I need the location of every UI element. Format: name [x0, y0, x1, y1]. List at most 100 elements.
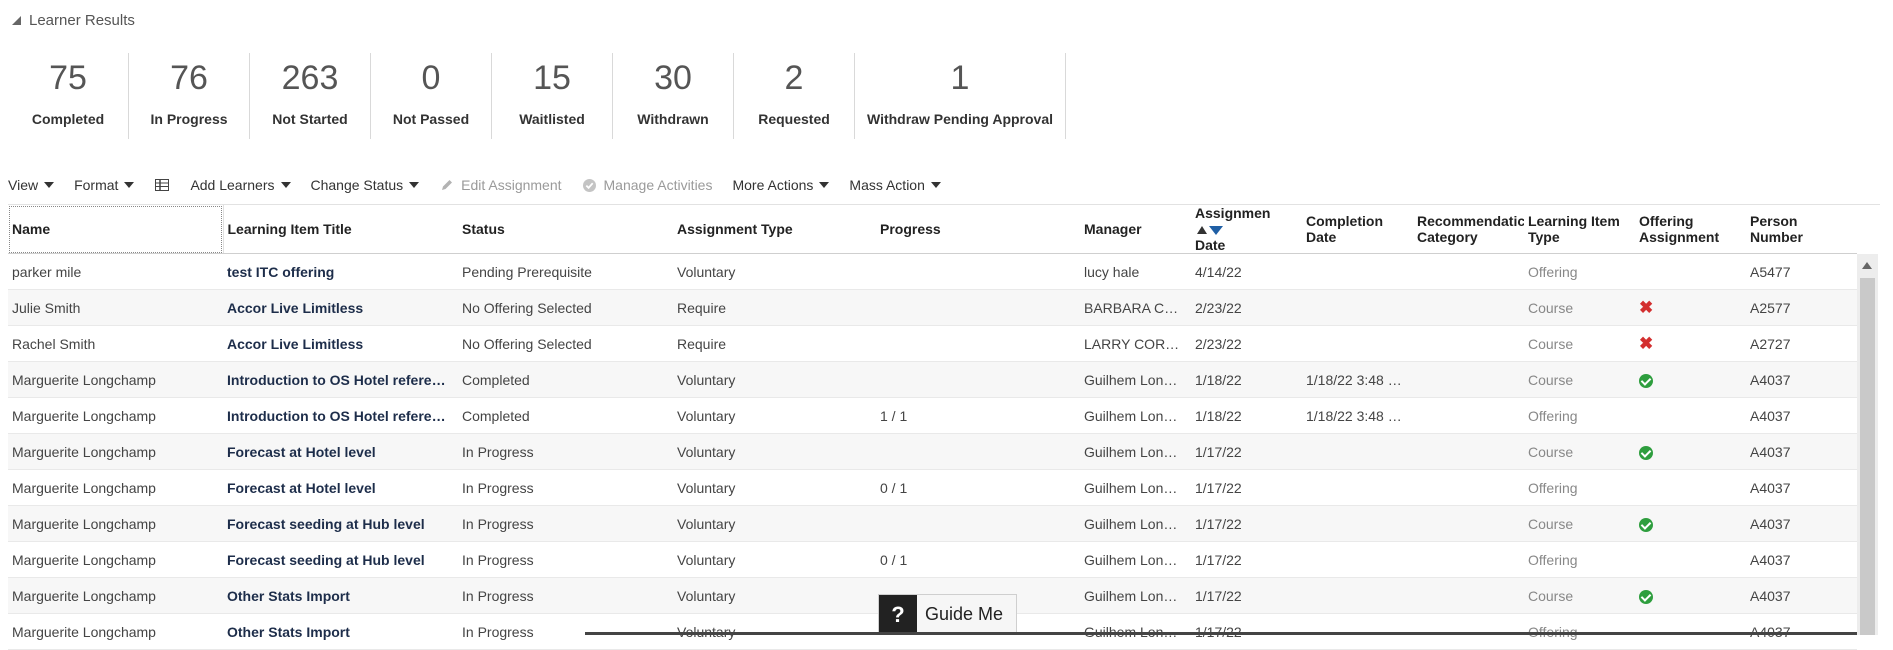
metric-withdraw-pending-approval[interactable]: 1 Withdraw Pending Approval [855, 53, 1066, 139]
progress-cell [876, 289, 1080, 326]
error-x-icon: ✖ [1639, 333, 1654, 353]
assignment-date-cell: 1/17/22 [1191, 433, 1302, 470]
column-header-assignment-date[interactable]: Assignmen Date [1191, 205, 1302, 254]
manager-cell: Guilhem Lon… [1080, 361, 1191, 398]
column-header-status[interactable]: Status [458, 205, 673, 254]
learning-item-title-link[interactable]: Forecast at Hotel level [223, 433, 458, 470]
progress-cell: 0 / 1 [876, 541, 1080, 578]
learning-item-title-link[interactable]: Introduction to OS Hotel referen… [223, 361, 458, 398]
metric-waitlisted[interactable]: 15 Waitlisted [492, 53, 613, 139]
section-title: Learner Results [29, 11, 135, 29]
metric-label: Withdrawn [637, 111, 709, 127]
person-number-cell: A4037 [1746, 505, 1857, 542]
assignment-type-cell: Require [673, 289, 876, 326]
metric-label: Withdraw Pending Approval [866, 111, 1054, 127]
person-number-cell: A4037 [1746, 469, 1857, 506]
manager-cell: BARBARA C… [1080, 289, 1191, 326]
column-header-learning-item-type[interactable]: Learning Item Type [1524, 205, 1635, 254]
table-row[interactable]: Marguerite Longchamp Introduction to OS H… [8, 397, 1857, 434]
header-line: Date [1195, 237, 1226, 253]
metric-not-passed[interactable]: 0 Not Passed [371, 53, 492, 139]
progress-cell: 0 / 1 [876, 469, 1080, 506]
view-menu[interactable]: View [8, 177, 55, 193]
table-row[interactable]: Marguerite Longchamp Forecast seeding at … [8, 541, 1857, 578]
learning-item-title-link[interactable]: Accor Live Limitless [223, 289, 458, 326]
column-header-person-number[interactable]: Person Number [1746, 205, 1857, 254]
learning-item-title-link[interactable]: Forecast at Hotel level [223, 469, 458, 506]
name-cell: Marguerite Longchamp [8, 469, 223, 506]
completion-date-cell [1302, 505, 1413, 542]
manager-cell: LARRY COR… [1080, 325, 1191, 362]
section-header[interactable]: Learner Results [12, 10, 135, 30]
table-row[interactable]: Marguerite Longchamp Forecast at Hotel le… [8, 433, 1857, 470]
table-row[interactable]: Marguerite Longchamp Introduction to OS H… [8, 361, 1857, 398]
progress-cell [876, 325, 1080, 362]
learning-item-title-link[interactable]: Accor Live Limitless [223, 325, 458, 362]
success-check-icon [1639, 517, 1653, 532]
learning-item-title-link[interactable]: test ITC offering [223, 253, 458, 290]
metric-not-started[interactable]: 263 Not Started [250, 53, 371, 139]
format-menu[interactable]: Format [74, 177, 135, 193]
guide-me-button[interactable]: ? Guide Me [878, 594, 1017, 635]
chevron-down-icon [409, 182, 420, 188]
name-cell: Marguerite Longchamp [8, 613, 223, 650]
metric-withdrawn[interactable]: 30 Withdrawn [613, 53, 734, 139]
learning-item-title-link[interactable]: Other Stats Import [223, 577, 458, 614]
metric-in-progress[interactable]: 76 In Progress [129, 53, 250, 139]
scrollbar-thumb[interactable] [1860, 278, 1875, 635]
metric-completed[interactable]: 75 Completed [8, 53, 129, 139]
metric-value: 75 [49, 59, 87, 97]
progress-cell [876, 253, 1080, 290]
status-cell: In Progress [458, 577, 673, 614]
edit-assignment-button[interactable]: Edit Assignment [439, 177, 562, 193]
column-header-learning-item-title[interactable]: Learning Item Title [223, 205, 458, 254]
column-header-completion-date[interactable]: Completion Date [1302, 205, 1413, 254]
change-status-menu[interactable]: Change Status [311, 177, 420, 193]
metric-requested[interactable]: 2 Requested [734, 53, 855, 139]
check-circle-icon [582, 177, 598, 193]
add-learners-menu[interactable]: Add Learners [190, 177, 291, 193]
column-header-assignment-type[interactable]: Assignment Type [673, 205, 876, 254]
vertical-scrollbar[interactable] [1857, 254, 1878, 635]
progress-cell [876, 505, 1080, 542]
success-check-icon [1639, 589, 1653, 604]
edit-assignment-label: Edit Assignment [461, 177, 562, 193]
learning-item-title-link[interactable]: Introduction to OS Hotel referen… [223, 397, 458, 434]
column-header-progress[interactable]: Progress [876, 205, 1080, 254]
freeze-columns-button[interactable] [154, 177, 170, 193]
column-header-recommendation-category[interactable]: Recommendatic Category [1413, 205, 1524, 254]
sort-ascending-icon [1197, 225, 1207, 234]
table-row[interactable]: Rachel Smith Accor Live Limitless No Offer… [8, 325, 1857, 362]
column-header-manager[interactable]: Manager [1080, 205, 1191, 254]
learning-item-title-link[interactable]: Forecast seeding at Hub level [223, 505, 458, 542]
assignment-date-cell: 1/17/22 [1191, 469, 1302, 506]
column-header-name[interactable]: Name [8, 205, 224, 254]
learning-item-title-link[interactable]: Forecast seeding at Hub level [223, 541, 458, 578]
metrics-bar: 75 Completed 76 In Progress 263 Not Star… [8, 53, 1066, 139]
assignment-date-cell: 2/23/22 [1191, 325, 1302, 362]
offering-assignment-cell [1635, 397, 1746, 434]
learning-item-title-link[interactable]: Other Stats Import [223, 613, 458, 650]
metric-value: 76 [170, 59, 208, 97]
manage-activities-button[interactable]: Manage Activities [582, 177, 712, 193]
scroll-up-icon[interactable] [1862, 262, 1872, 269]
table-row[interactable]: parker mile test ITC offering Pending Prer… [8, 253, 1857, 290]
sort-indicator[interactable] [1197, 225, 1223, 235]
column-header-offering-assignment[interactable]: Offering Assignment [1635, 205, 1746, 254]
recommendation-category-cell [1413, 577, 1524, 614]
learning-item-type-cell: Offering [1524, 469, 1635, 506]
chevron-down-icon [124, 182, 135, 188]
recommendation-category-cell [1413, 505, 1524, 542]
table-row[interactable]: Marguerite Longchamp Forecast at Hotel le… [8, 469, 1857, 506]
name-cell: Rachel Smith [8, 325, 223, 362]
success-check-icon [1639, 445, 1653, 460]
metric-value: 0 [421, 59, 441, 97]
more-actions-label: More Actions [732, 177, 814, 193]
table-row[interactable]: Julie Smith Accor Live Limitless No Offeri… [8, 289, 1857, 326]
table-row[interactable]: Marguerite Longchamp Forecast seeding at … [8, 505, 1857, 542]
more-actions-menu[interactable]: More Actions [732, 177, 830, 193]
collapse-triangle-icon[interactable] [12, 15, 21, 25]
recommendation-category-cell [1413, 433, 1524, 470]
header-line: Recommendatic [1417, 213, 1524, 229]
mass-action-menu[interactable]: Mass Action [849, 177, 941, 193]
